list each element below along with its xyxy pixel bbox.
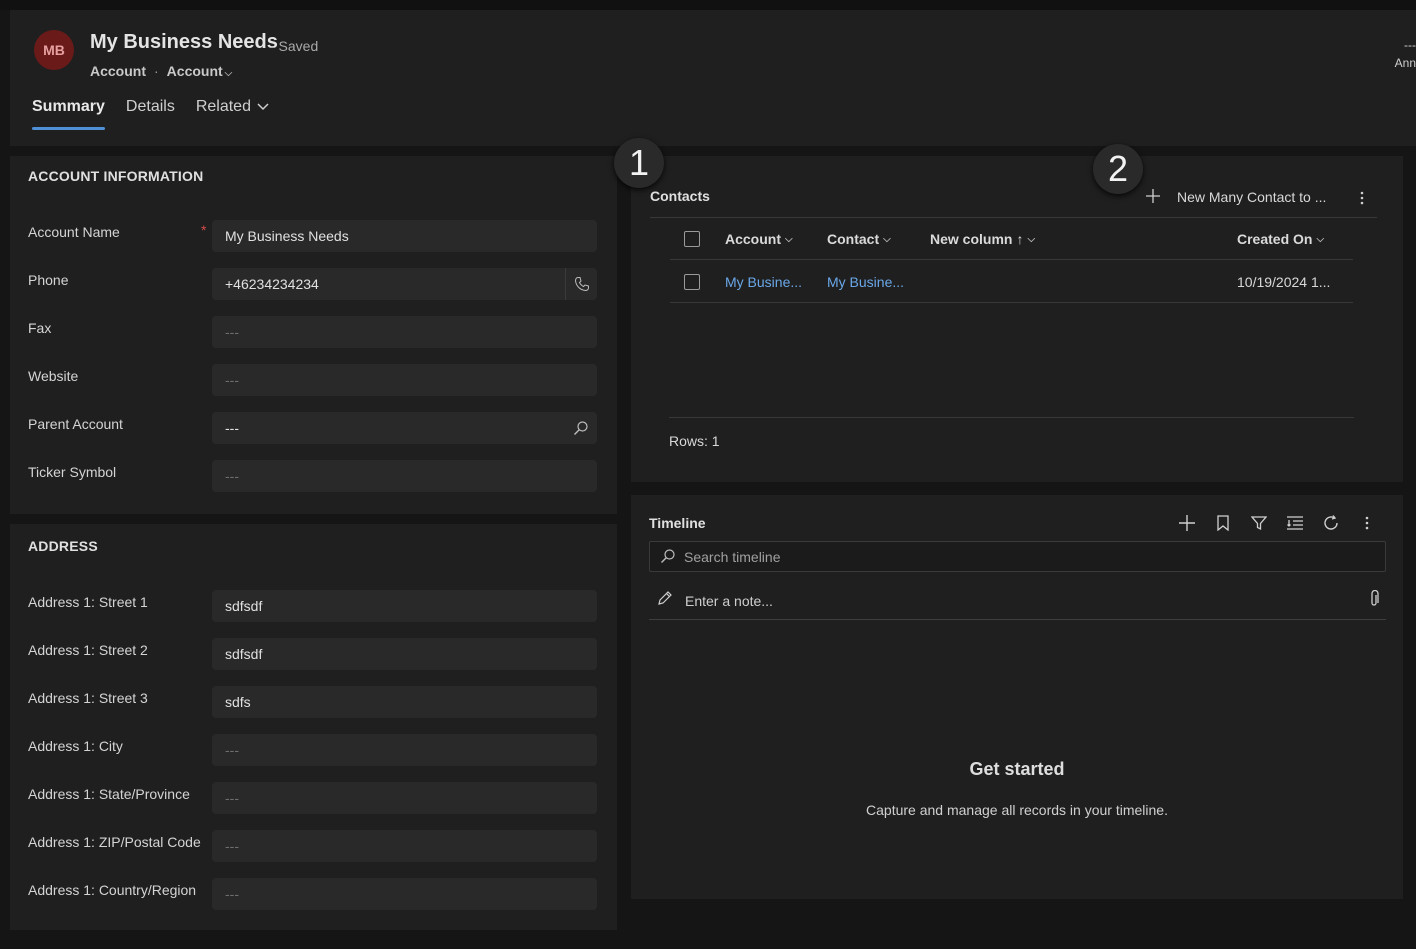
bookmark-icon[interactable] xyxy=(1213,513,1233,533)
address-section: ADDRESS Address 1: Street 1 sdfsdf Addre… xyxy=(10,524,617,930)
field-label: Parent Account xyxy=(28,416,123,432)
top-strip xyxy=(0,0,1416,10)
annotation-badge-1: 1 xyxy=(614,138,664,188)
column-header-created-on[interactable]: Created On ⌵ xyxy=(1237,231,1324,247)
field-label: Address 1: State/Province xyxy=(28,786,190,802)
chevron-down-icon: ⌵ xyxy=(785,233,793,245)
field-label: Address 1: ZIP/Postal Code xyxy=(28,834,201,850)
created-on-cell: 10/19/2024 1... xyxy=(1237,274,1331,290)
breadcrumb-entity: Account xyxy=(90,63,146,79)
header-field-value: --- xyxy=(1404,38,1416,52)
breadcrumb: Account · Account ⌵ xyxy=(90,63,232,79)
divider xyxy=(670,259,1353,260)
account-link[interactable]: My Busine... xyxy=(725,274,802,290)
account-information-section: ACCOUNT INFORMATION Account Name * My Bu… xyxy=(10,156,617,514)
add-icon[interactable] xyxy=(1177,513,1197,533)
divider xyxy=(670,302,1353,303)
sort-list-icon[interactable] xyxy=(1285,513,1305,533)
chevron-down-icon: ⌵ xyxy=(224,68,233,79)
section-title: ADDRESS xyxy=(28,538,98,554)
page-title: My Business Needs xyxy=(90,31,278,53)
tab-details[interactable]: Details xyxy=(126,98,175,130)
breadcrumb-separator: · xyxy=(154,63,159,79)
tab-summary[interactable]: Summary xyxy=(32,98,105,130)
attachment-icon[interactable] xyxy=(1364,589,1384,609)
phone-icon[interactable] xyxy=(565,268,597,300)
refresh-icon[interactable] xyxy=(1321,513,1341,533)
city-field[interactable]: --- xyxy=(212,734,597,766)
ticker-symbol-field[interactable]: --- xyxy=(212,460,597,492)
street-3-field[interactable]: sdfs xyxy=(212,686,597,718)
chevron-down-icon xyxy=(257,100,269,114)
field-label: Address 1: Street 2 xyxy=(28,642,148,658)
field-label: Fax xyxy=(28,320,52,336)
more-options-icon[interactable] xyxy=(1352,188,1372,208)
column-header-account[interactable]: Account ⌵ xyxy=(725,231,793,247)
street-2-field[interactable]: sdfsdf xyxy=(212,638,597,670)
contacts-subgrid: Contacts New Many Contact to ... Account… xyxy=(631,156,1403,482)
divider xyxy=(650,217,1377,218)
chevron-down-icon: ⌵ xyxy=(1027,233,1036,245)
field-label: Account Name xyxy=(28,224,120,240)
tab-list: Summary Details Related xyxy=(32,98,269,130)
chevron-down-icon: ⌵ xyxy=(883,233,891,245)
account-name-field[interactable]: My Business Needs xyxy=(212,220,597,252)
column-header-contact[interactable]: Contact ⌵ xyxy=(827,231,891,247)
add-icon[interactable] xyxy=(1143,186,1163,206)
record-header: MB My Business Needs - Saved Account · A… xyxy=(10,10,1416,146)
field-label: Ticker Symbol xyxy=(28,464,117,480)
divider xyxy=(649,619,1386,620)
timeline-search-input[interactable]: Search timeline xyxy=(649,541,1386,572)
website-field[interactable]: --- xyxy=(212,364,597,396)
zip-postal-code-field[interactable]: --- xyxy=(212,830,597,862)
form-selector[interactable]: Account ⌵ xyxy=(167,63,233,79)
rows-count: Rows: 1 xyxy=(669,433,720,449)
more-options-icon[interactable] xyxy=(1357,513,1377,533)
tab-related[interactable]: Related xyxy=(196,98,269,130)
section-title: ACCOUNT INFORMATION xyxy=(28,168,204,184)
timeline-section: Timeline Search timeline Enter a note...… xyxy=(631,495,1403,899)
divider xyxy=(669,417,1354,418)
phone-field[interactable]: +46234234234 xyxy=(212,268,597,300)
annotation-badge-2: 2 xyxy=(1093,144,1143,194)
contact-link[interactable]: My Busine... xyxy=(827,274,904,290)
sort-ascending-icon: ↑ xyxy=(1016,231,1024,247)
column-header-new-column[interactable]: New column ↑ ⌵ xyxy=(930,231,1035,247)
search-icon xyxy=(658,546,678,566)
note-input[interactable]: Enter a note... xyxy=(685,593,773,609)
field-label: Website xyxy=(28,368,79,384)
timeline-title: Timeline xyxy=(649,515,706,531)
empty-state-title: Get started xyxy=(969,759,1065,779)
country-region-field[interactable]: --- xyxy=(212,878,597,910)
subgrid-title: Contacts xyxy=(650,188,710,204)
fax-field[interactable]: --- xyxy=(212,316,597,348)
required-indicator: * xyxy=(201,222,207,238)
filter-icon[interactable] xyxy=(1249,513,1269,533)
field-label: Address 1: City xyxy=(28,738,123,754)
new-contact-button[interactable]: New Many Contact to ... xyxy=(1177,189,1326,205)
save-status: - Saved xyxy=(270,38,319,54)
parent-account-lookup[interactable]: --- xyxy=(212,412,597,444)
search-icon[interactable] xyxy=(565,412,597,444)
header-field: --- Ann xyxy=(1395,36,1416,72)
field-label: Phone xyxy=(28,272,69,288)
row-checkbox[interactable] xyxy=(684,274,700,290)
pencil-icon xyxy=(655,588,675,608)
header-field-label: Ann xyxy=(1394,56,1416,70)
empty-state-subtitle: Capture and manage all records in your t… xyxy=(866,802,1168,818)
street-1-field[interactable]: sdfsdf xyxy=(212,590,597,622)
chevron-down-icon: ⌵ xyxy=(1316,233,1325,245)
state-province-field[interactable]: --- xyxy=(212,782,597,814)
field-label: Address 1: Street 1 xyxy=(28,594,148,610)
field-label: Address 1: Street 3 xyxy=(28,690,148,706)
select-all-checkbox[interactable] xyxy=(684,231,700,247)
field-label: Address 1: Country/Region xyxy=(28,882,197,898)
avatar: MB xyxy=(34,30,74,70)
